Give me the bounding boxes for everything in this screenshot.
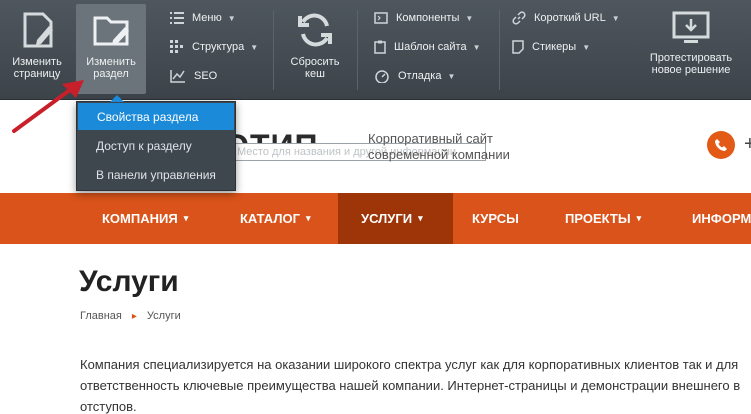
seo-label: SEO bbox=[194, 70, 218, 82]
nav-item-label: КАТАЛОГ bbox=[240, 211, 300, 226]
menu-item[interactable]: Меню ▼ bbox=[170, 8, 236, 28]
edit-folder-icon bbox=[93, 16, 129, 46]
chevron-down-icon: ▼ bbox=[611, 13, 620, 23]
content-line: отступов. bbox=[80, 399, 137, 414]
content-line: ответственность ключевые преимущества на… bbox=[80, 378, 741, 393]
list-icon bbox=[170, 12, 184, 24]
short-url-item[interactable]: Короткий URL ▼ bbox=[512, 8, 620, 28]
gauge-icon bbox=[375, 70, 389, 83]
page-title: Услуги bbox=[79, 265, 179, 298]
red-arrow-icon bbox=[12, 80, 84, 133]
separator bbox=[499, 10, 500, 90]
nav-item-courses[interactable]: КУРСЫ bbox=[458, 193, 533, 244]
link-icon bbox=[512, 11, 526, 25]
chevron-down-icon: ▾ bbox=[305, 213, 311, 223]
edit-page-icon bbox=[23, 12, 53, 48]
breadcrumb-current: Услуги bbox=[146, 310, 181, 322]
stickers-item[interactable]: Стикеры ▼ bbox=[512, 37, 590, 57]
site-template-item[interactable]: Шаблон сайта ▼ bbox=[374, 37, 481, 57]
content-line: Компания специализируется на оказании ши… bbox=[80, 357, 739, 372]
nav-item-label: КУРСЫ bbox=[472, 211, 519, 226]
separator bbox=[357, 10, 358, 90]
edit-section-label: Изменить раздел bbox=[86, 56, 136, 80]
dropdown-item-section-access[interactable]: Доступ к разделу bbox=[77, 131, 235, 160]
chevron-down-icon: ▾ bbox=[636, 213, 642, 223]
nav-item-label: ИНФОРМ bbox=[692, 211, 751, 226]
structure-icon bbox=[170, 40, 183, 53]
refresh-icon bbox=[298, 13, 332, 47]
site-template-label: Шаблон сайта bbox=[394, 41, 467, 53]
debug-item[interactable]: Отладка ▼ bbox=[374, 66, 455, 86]
dropdown-item-section-properties[interactable]: Свойства раздела bbox=[78, 103, 234, 130]
reset-cache-button[interactable]: Сбросить кеш bbox=[282, 4, 348, 94]
test-solution-label: Протестировать новое решение bbox=[649, 52, 733, 76]
sticker-icon bbox=[512, 40, 524, 54]
nav-item-label: ПРОЕКТЫ bbox=[565, 211, 631, 226]
dropdown-item-control-panel[interactable]: В панели управления bbox=[77, 160, 235, 189]
separator bbox=[273, 10, 274, 90]
debug-label: Отладка bbox=[398, 70, 442, 82]
site-description-line: Корпоративный сайт bbox=[368, 131, 493, 146]
chevron-down-icon: ▼ bbox=[465, 13, 474, 23]
nav-item-label: УСЛУГИ bbox=[361, 211, 413, 226]
menu-label: Меню bbox=[192, 12, 222, 24]
dropdown-pointer bbox=[110, 95, 124, 102]
section-dropdown-menu: Свойства раздела Доступ к разделу В пане… bbox=[76, 101, 236, 191]
chevron-down-icon: ▼ bbox=[250, 42, 259, 52]
chevron-down-icon: ▼ bbox=[472, 42, 481, 52]
chevron-down-icon: ▼ bbox=[582, 42, 591, 52]
monitor-download-icon bbox=[672, 11, 710, 43]
nav-item-company[interactable]: КОМПАНИЯ ▾ bbox=[88, 193, 202, 244]
chevron-right-icon: ▸ bbox=[131, 310, 137, 322]
components-label: Компоненты bbox=[396, 12, 460, 24]
clipboard-icon bbox=[374, 40, 386, 54]
nav-item-label: КОМПАНИЯ bbox=[102, 211, 178, 226]
chevron-down-icon: ▾ bbox=[183, 213, 189, 223]
main-navigation: КОМПАНИЯ ▾ КАТАЛОГ ▾ УСЛУГИ ▾ КУРСЫ ПРОЕКТЫ… bbox=[0, 193, 751, 244]
chevron-down-icon: ▼ bbox=[227, 13, 236, 23]
breadcrumb-home[interactable]: Главная bbox=[80, 310, 122, 322]
page-root: Изменить страницу Изменить раздел Меню ▼ … bbox=[0, 0, 751, 414]
short-url-label: Короткий URL bbox=[534, 12, 606, 24]
stickers-label: Стикеры bbox=[532, 41, 577, 53]
nav-item-catalog[interactable]: КАТАЛОГ ▾ bbox=[226, 193, 324, 244]
components-item[interactable]: Компоненты ▼ bbox=[374, 8, 473, 28]
structure-label: Структура bbox=[192, 41, 245, 53]
nav-item-info[interactable]: ИНФОРМ bbox=[678, 193, 751, 244]
admin-panel: Изменить страницу Изменить раздел Меню ▼ … bbox=[0, 0, 751, 100]
chevron-down-icon: ▼ bbox=[447, 71, 456, 81]
page-content: Компания специализируется на оказании ши… bbox=[80, 354, 751, 414]
phone-button[interactable] bbox=[707, 131, 735, 159]
test-solution-button[interactable]: Протестировать новое решение bbox=[646, 4, 736, 94]
nav-item-projects[interactable]: ПРОЕКТЫ ▾ bbox=[551, 193, 655, 244]
chevron-down-icon: ▾ bbox=[418, 213, 423, 223]
phone-icon bbox=[715, 139, 727, 151]
plus-text: + bbox=[744, 133, 751, 155]
components-icon bbox=[374, 12, 388, 24]
breadcrumb: Главная ▸ Услуги bbox=[80, 310, 181, 322]
reset-cache-label: Сбросить кеш bbox=[290, 56, 340, 80]
site-description-line: современной компании bbox=[368, 147, 510, 162]
chart-icon bbox=[170, 70, 185, 83]
seo-item[interactable]: SEO bbox=[170, 66, 217, 86]
structure-item[interactable]: Структура ▼ bbox=[170, 37, 258, 57]
site-description: Корпоративный сайт современной компании bbox=[368, 131, 510, 163]
nav-item-services[interactable]: УСЛУГИ ▾ bbox=[338, 193, 453, 244]
